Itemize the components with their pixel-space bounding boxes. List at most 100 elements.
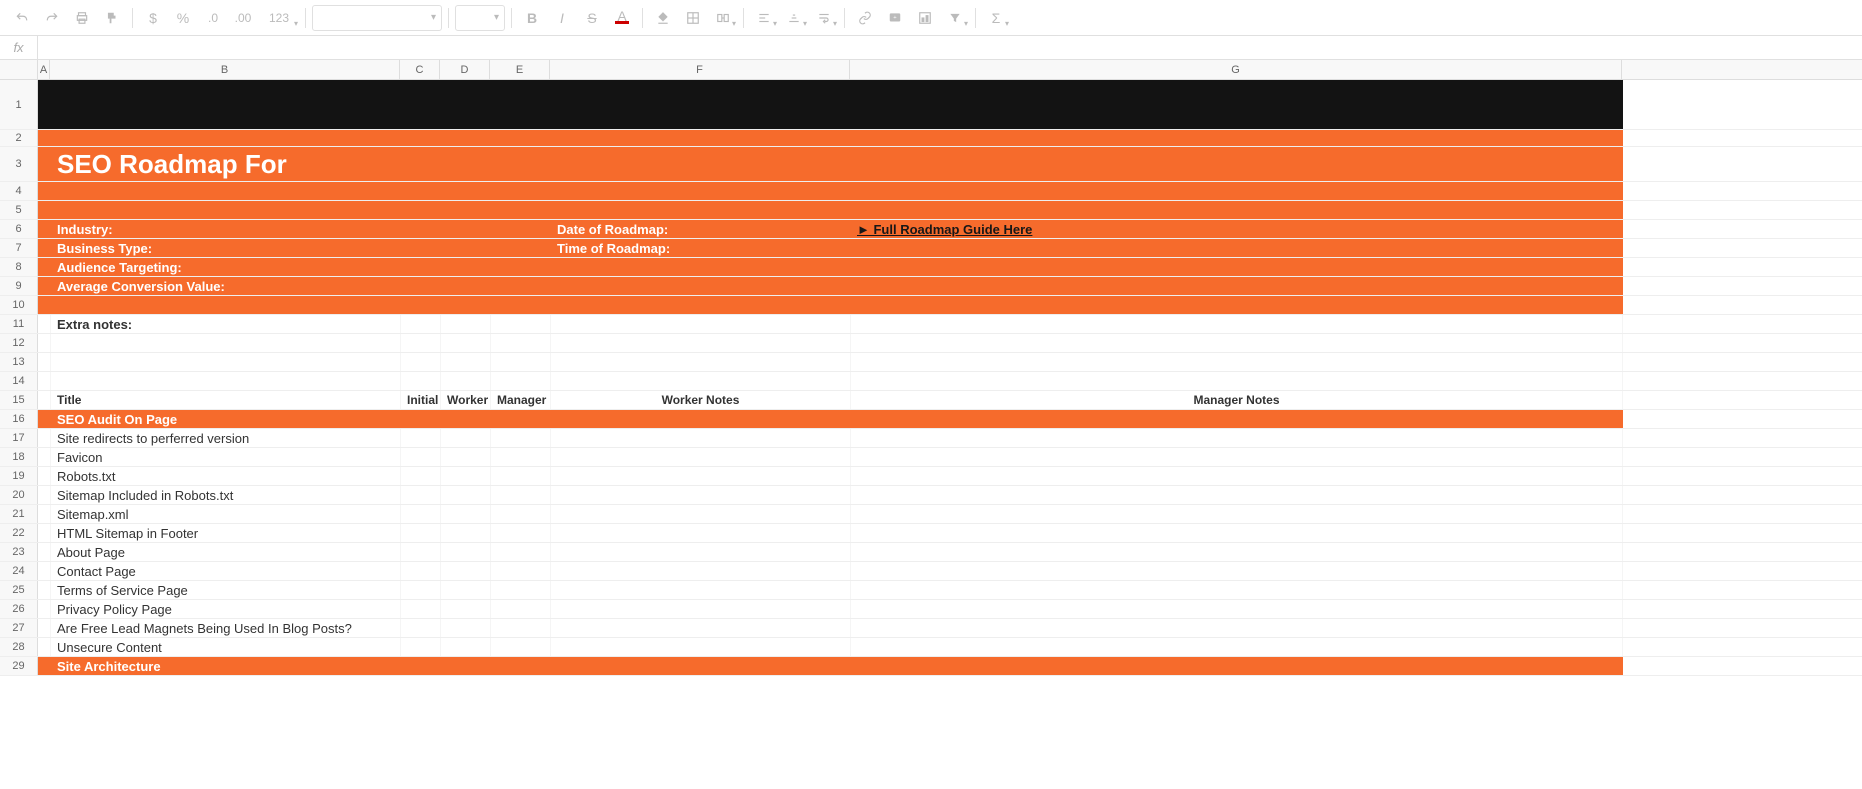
row-header[interactable]: 26 (0, 600, 38, 618)
column-header[interactable]: G (850, 60, 1622, 79)
cell[interactable] (441, 486, 491, 504)
cell[interactable] (401, 448, 441, 466)
audit-item[interactable]: Sitemap.xml (51, 505, 401, 523)
cell[interactable] (551, 543, 851, 561)
cell[interactable] (491, 581, 551, 599)
row-header[interactable]: 8 (0, 258, 38, 276)
cell[interactable] (401, 600, 441, 618)
row-header[interactable]: 6 (0, 220, 38, 238)
row-header[interactable]: 22 (0, 524, 38, 542)
cell[interactable] (491, 130, 551, 146)
cell[interactable] (851, 467, 1623, 485)
row-header[interactable]: 11 (0, 315, 38, 333)
font-select[interactable] (312, 5, 442, 31)
cell[interactable] (851, 410, 1623, 428)
row-header[interactable]: 25 (0, 581, 38, 599)
cell[interactable] (51, 201, 401, 219)
cell[interactable] (401, 201, 441, 219)
cell[interactable] (401, 410, 441, 428)
cell[interactable] (38, 467, 51, 485)
cell[interactable] (401, 505, 441, 523)
cell[interactable] (401, 657, 441, 675)
cell[interactable] (851, 581, 1623, 599)
cell[interactable] (441, 562, 491, 580)
cell[interactable] (441, 258, 491, 276)
cell[interactable] (851, 429, 1623, 447)
cell[interactable] (551, 147, 851, 181)
cell[interactable] (851, 353, 1623, 371)
borders-button[interactable] (679, 5, 707, 31)
cell[interactable] (38, 543, 51, 561)
cell[interactable] (401, 543, 441, 561)
cell[interactable] (551, 638, 851, 656)
row-header[interactable]: 21 (0, 505, 38, 523)
row-header[interactable]: 14 (0, 372, 38, 390)
cell[interactable] (38, 638, 51, 656)
select-all-corner[interactable] (0, 60, 38, 79)
cell[interactable] (441, 410, 491, 428)
row-header[interactable]: 18 (0, 448, 38, 466)
cell[interactable] (441, 638, 491, 656)
cell[interactable] (851, 334, 1623, 352)
row-header[interactable]: 20 (0, 486, 38, 504)
bold-button[interactable]: B (518, 5, 546, 31)
cell[interactable] (551, 315, 851, 333)
more-formats-button[interactable]: 123 (259, 5, 299, 31)
row-header[interactable]: 2 (0, 130, 38, 146)
cell[interactable] (851, 619, 1623, 637)
cell[interactable] (551, 334, 851, 352)
col-worker[interactable]: Worker (441, 391, 491, 409)
cell[interactable] (491, 524, 551, 542)
cell[interactable] (551, 201, 851, 219)
cell[interactable] (551, 467, 851, 485)
cell[interactable] (551, 182, 851, 200)
cell[interactable] (491, 220, 551, 238)
column-header[interactable]: E (490, 60, 550, 79)
formula-input[interactable] (38, 36, 1862, 59)
audit-item[interactable]: HTML Sitemap in Footer (51, 524, 401, 542)
cell[interactable] (51, 372, 401, 390)
cell[interactable] (401, 80, 441, 129)
cell[interactable] (38, 391, 51, 409)
cell[interactable] (441, 296, 491, 314)
cell[interactable] (491, 315, 551, 333)
cell[interactable] (551, 448, 851, 466)
cell[interactable] (441, 524, 491, 542)
audit-item[interactable]: Site redirects to perferred version (51, 429, 401, 447)
cell[interactable] (38, 353, 51, 371)
row-header[interactable]: 13 (0, 353, 38, 371)
cell[interactable] (38, 581, 51, 599)
date-of-roadmap-label[interactable]: Date of Roadmap: (551, 220, 851, 238)
cell[interactable] (441, 448, 491, 466)
cell[interactable] (401, 486, 441, 504)
cell[interactable] (851, 543, 1623, 561)
cell[interactable] (38, 315, 51, 333)
cell[interactable] (38, 296, 51, 314)
column-header[interactable]: A (38, 60, 50, 79)
audit-item[interactable]: Are Free Lead Magnets Being Used In Blog… (51, 619, 401, 637)
cell[interactable] (491, 258, 551, 276)
cell[interactable] (851, 505, 1623, 523)
cell[interactable] (441, 581, 491, 599)
cell[interactable] (851, 182, 1623, 200)
cell[interactable] (551, 80, 851, 129)
extra-notes-label[interactable]: Extra notes: (51, 315, 401, 333)
row-header[interactable]: 24 (0, 562, 38, 580)
business-type-label[interactable]: Business Type: (51, 239, 401, 257)
paint-format-button[interactable] (98, 5, 126, 31)
cell[interactable] (441, 619, 491, 637)
functions-button[interactable]: Σ (982, 5, 1010, 31)
cell[interactable] (441, 657, 491, 675)
fill-color-button[interactable] (649, 5, 677, 31)
row-header[interactable]: 15 (0, 391, 38, 409)
cell[interactable] (441, 334, 491, 352)
col-initial[interactable]: Initial (401, 391, 441, 409)
row-header[interactable]: 16 (0, 410, 38, 428)
decrease-decimal-button[interactable]: .0 (199, 5, 227, 31)
cell[interactable] (38, 657, 51, 675)
cell[interactable] (441, 130, 491, 146)
cell[interactable] (491, 410, 551, 428)
text-wrap-button[interactable] (810, 5, 838, 31)
cell[interactable] (491, 182, 551, 200)
row-header[interactable]: 19 (0, 467, 38, 485)
